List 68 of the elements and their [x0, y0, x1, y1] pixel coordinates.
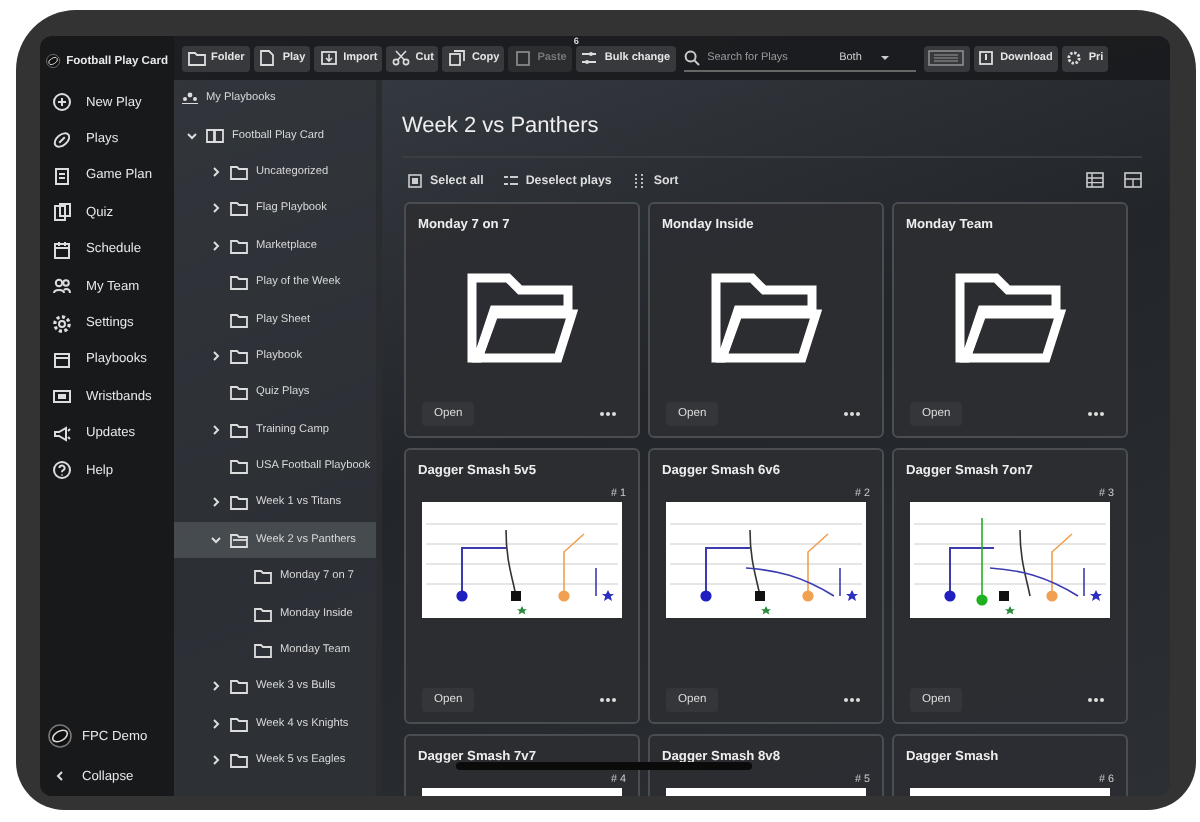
folder-icon [466, 271, 578, 363]
folder-icon [230, 458, 248, 475]
chevron-down-icon [186, 129, 198, 142]
open-folder-icon [230, 531, 248, 548]
more-icon [598, 696, 618, 704]
calendar-icon [52, 239, 72, 260]
document-icon [258, 50, 277, 66]
more-icon [598, 410, 618, 418]
chevron-left-icon [54, 770, 64, 782]
list-view-icon [1086, 172, 1104, 188]
paste-icon [513, 50, 532, 66]
folder-icon [230, 678, 248, 695]
help-icon [52, 460, 72, 481]
chevron-right-icon [210, 754, 222, 767]
import-icon [319, 50, 338, 66]
folder-icon [230, 384, 248, 401]
chevron-right-icon [210, 496, 222, 509]
chevron-right-icon [210, 680, 222, 693]
chevron-right-icon [210, 349, 222, 362]
logo-button[interactable] [923, 45, 970, 71]
folder-icon [230, 347, 248, 364]
folder-icon [230, 421, 248, 438]
folder-icon [230, 311, 248, 328]
football-icon [52, 129, 72, 150]
megaphone-icon [52, 423, 72, 444]
page-title: Week 2 vs Panthers [402, 80, 1142, 158]
folder-icon [254, 642, 272, 659]
more-icon [842, 696, 862, 704]
people-icon [182, 92, 198, 105]
more-icon [842, 410, 862, 418]
gear-icon [52, 313, 72, 334]
more-icon [1086, 696, 1106, 704]
grid-view-icon [1124, 172, 1142, 188]
chevron-right-icon [210, 717, 222, 730]
chevron-down-icon [210, 533, 222, 546]
scissors-icon [391, 50, 410, 66]
folder-icon [230, 715, 248, 732]
folder-icon [230, 237, 248, 254]
caret-icon [879, 53, 890, 61]
window-icon [52, 349, 72, 370]
search-icon [683, 49, 700, 65]
folder-icon [230, 752, 248, 769]
folder-icon [710, 271, 822, 363]
plus-circle-icon [52, 92, 72, 113]
book-icon [206, 127, 224, 144]
chevron-right-icon [210, 202, 222, 215]
cards-icon [52, 202, 72, 223]
folder-icon [230, 200, 248, 217]
folder-icon [954, 271, 1066, 363]
gear-icon [1066, 50, 1083, 66]
list-check-icon [503, 173, 518, 187]
chevron-right-icon [210, 423, 222, 436]
more-icon [1086, 410, 1106, 418]
people-icon [52, 276, 72, 297]
folder-icon [230, 163, 248, 180]
folder-icon [230, 494, 248, 511]
wristband-icon [52, 386, 72, 407]
clipboard-icon [52, 165, 72, 186]
folder-icon [254, 605, 272, 622]
chevron-right-icon [210, 165, 222, 178]
sort-icon [631, 173, 646, 187]
folder-icon [230, 274, 248, 291]
checkbox-icon [408, 173, 422, 187]
folder-icon [254, 568, 272, 585]
folder-plus-icon [187, 50, 205, 66]
chevron-right-icon [210, 239, 222, 252]
copy-icon [447, 50, 466, 66]
sliders-icon [580, 50, 599, 66]
